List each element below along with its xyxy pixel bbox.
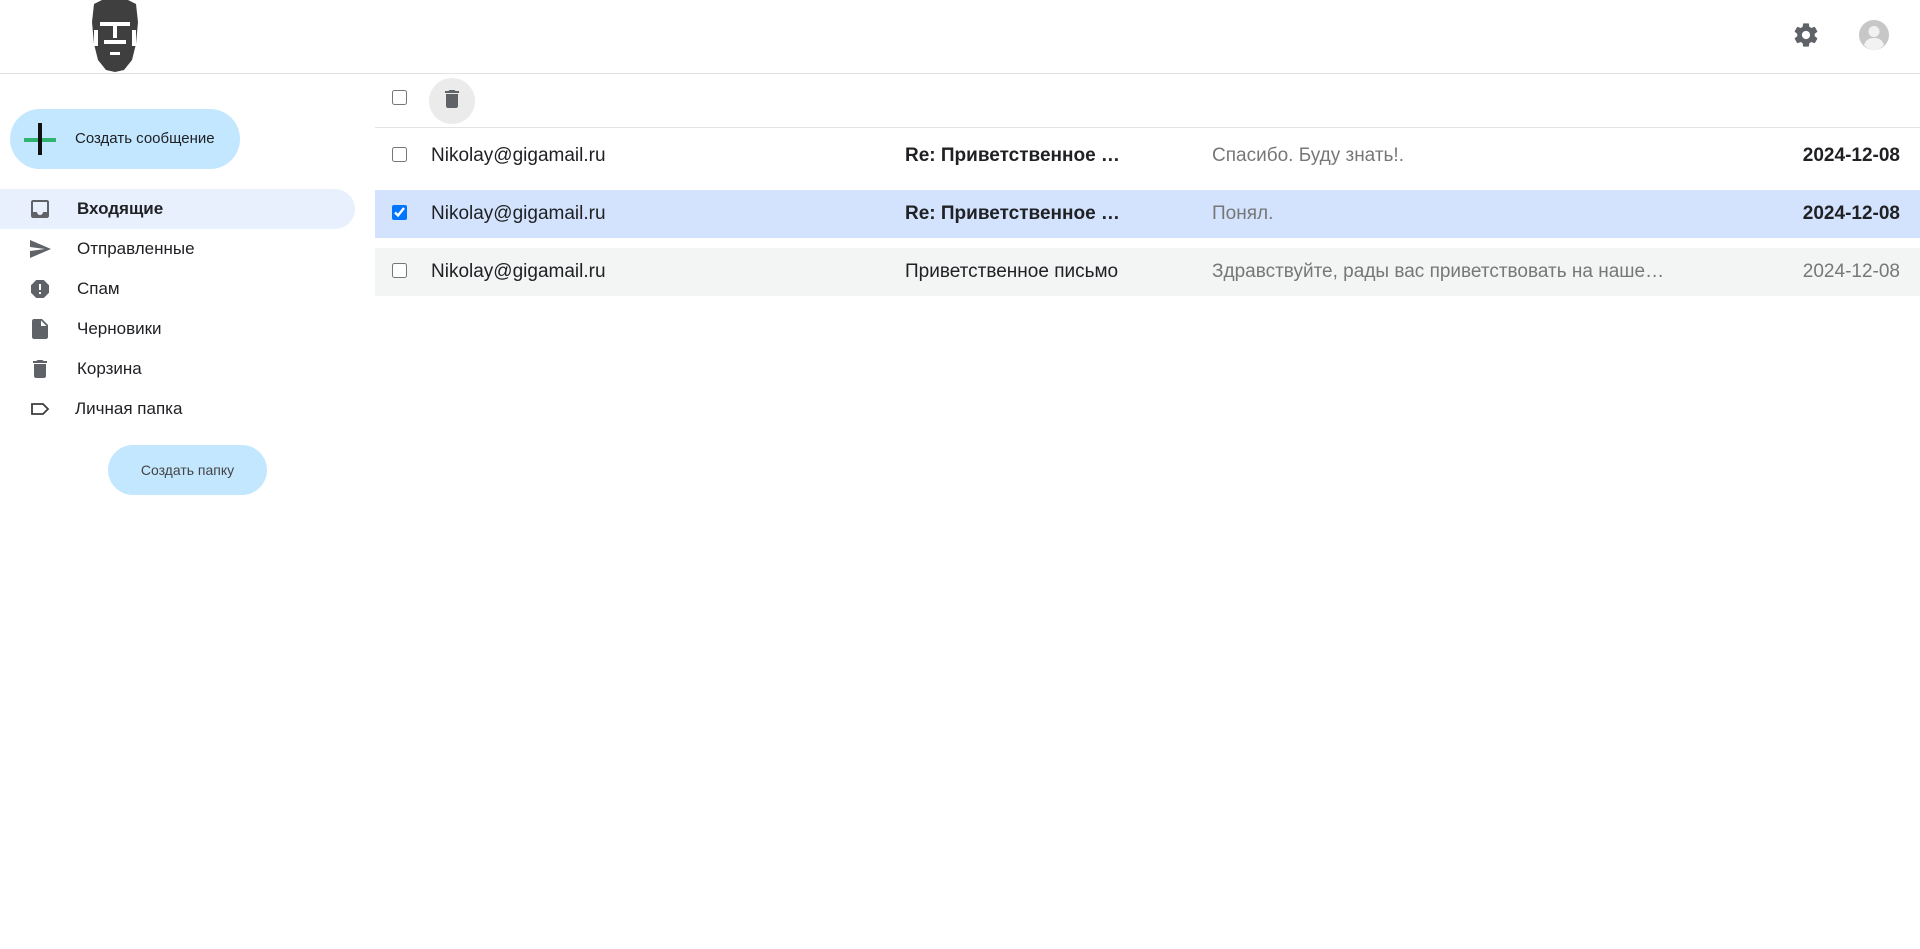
sidebar-item-label: Спам	[77, 279, 120, 298]
compose-button[interactable]: Создать сообщение	[10, 109, 240, 169]
message-date: 2024-12-08	[1802, 261, 1900, 282]
sidebar-item-trash[interactable]: Корзина	[0, 349, 355, 389]
sidebar-item-sent[interactable]: Отправленные	[0, 229, 355, 269]
message-snippet: Понял.	[1212, 203, 1274, 224]
sidebar: Создать сообщение Входящие Отправленные …	[0, 75, 370, 949]
user-avatar-icon[interactable]	[1856, 17, 1892, 53]
message-checkbox[interactable]	[392, 205, 407, 220]
message-row[interactable]: Nikolay@gigamail.ru Приветственное письм…	[375, 248, 1920, 296]
top-bar	[0, 0, 1920, 74]
label-icon	[28, 397, 52, 421]
plus-icon	[24, 123, 56, 155]
message-row[interactable]: Nikolay@gigamail.ru Re: Приветственное п…	[375, 190, 1920, 238]
message-checkbox[interactable]	[392, 263, 407, 278]
sidebar-item-label: Входящие	[77, 199, 164, 218]
create-folder-button[interactable]: Создать папку	[108, 445, 267, 495]
message-checkbox[interactable]	[392, 147, 407, 162]
message-sender: Nikolay@gigamail.ru	[431, 261, 606, 282]
inbox-icon	[28, 197, 52, 221]
draft-icon	[28, 317, 52, 341]
message-date: 2024-12-08	[1802, 203, 1900, 224]
trash-icon	[440, 87, 464, 116]
message-subject: Re: Приветственное письмо	[905, 203, 1130, 224]
message-row[interactable]: Nikolay@gigamail.ru Re: Приветственное п…	[375, 132, 1920, 180]
message-snippet: Спасибо. Буду знать!.	[1212, 145, 1404, 166]
sidebar-item-label: Личная папка	[75, 399, 183, 418]
message-sender: Nikolay@gigamail.ru	[431, 203, 606, 224]
trash-icon	[28, 357, 52, 381]
message-list-panel: Nikolay@gigamail.ru Re: Приветственное п…	[375, 75, 1920, 949]
sidebar-item-personal-folder[interactable]: Личная папка	[0, 389, 355, 429]
sidebar-item-spam[interactable]: Спам	[0, 269, 355, 309]
sidebar-item-label: Отправленные	[77, 239, 195, 258]
sidebar-item-inbox[interactable]: Входящие	[0, 189, 355, 229]
list-toolbar	[375, 75, 1920, 128]
select-all-checkbox[interactable]	[392, 90, 407, 105]
delete-button[interactable]	[429, 78, 475, 124]
message-subject: Re: Приветственное письмо	[905, 145, 1130, 166]
message-subject: Приветственное письмо	[905, 261, 1119, 282]
message-snippet: Здравствуйте, рады вас приветствовать на…	[1212, 261, 1672, 282]
sidebar-item-drafts[interactable]: Черновики	[0, 309, 355, 349]
spam-icon	[28, 277, 52, 301]
sidebar-item-label: Черновики	[77, 319, 162, 338]
sidebar-item-label: Корзина	[77, 359, 142, 378]
compose-label: Создать сообщение	[75, 130, 215, 147]
message-list: Nikolay@gigamail.ru Re: Приветственное п…	[375, 132, 1920, 306]
bearded-face-logo[interactable]	[88, 0, 142, 72]
message-sender: Nikolay@gigamail.ru	[431, 145, 606, 166]
send-icon	[28, 237, 52, 261]
gear-icon[interactable]	[1788, 17, 1824, 53]
folder-nav: Входящие Отправленные Спам Черновики Кор…	[0, 189, 355, 429]
message-date: 2024-12-08	[1802, 145, 1900, 166]
